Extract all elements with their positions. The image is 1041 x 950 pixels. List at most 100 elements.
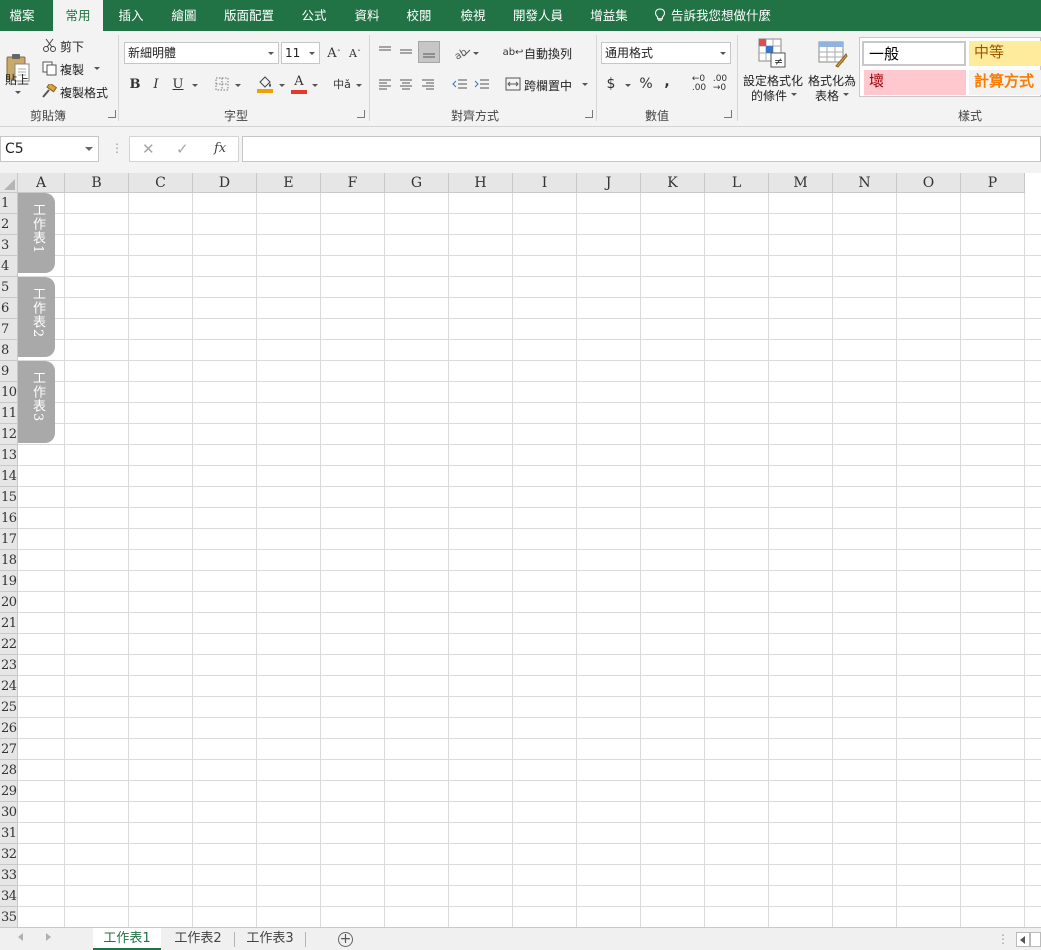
- row-header-2[interactable]: 2: [0, 214, 18, 235]
- row-header-24[interactable]: 24: [0, 676, 18, 697]
- tab-insert[interactable]: 插入: [108, 0, 154, 31]
- font-size-select[interactable]: 11: [281, 42, 320, 64]
- column-header-n[interactable]: N: [833, 173, 897, 193]
- alignment-launcher-icon[interactable]: [585, 110, 593, 118]
- row-header-8[interactable]: 8: [0, 340, 18, 361]
- comma-button[interactable]: ,: [660, 73, 674, 91]
- row-header-12[interactable]: 12: [0, 424, 18, 445]
- column-header-d[interactable]: D: [193, 173, 257, 193]
- tab-page-layout[interactable]: 版面配置: [216, 0, 282, 31]
- align-top-icon[interactable]: [375, 41, 395, 61]
- font-launcher-icon[interactable]: [357, 110, 365, 118]
- align-middle-icon[interactable]: [396, 41, 416, 61]
- row-header-11[interactable]: 11: [0, 403, 18, 424]
- column-header-e[interactable]: E: [257, 173, 321, 193]
- format-table-dropdown-icon[interactable]: [843, 93, 849, 96]
- wrap-text-icon[interactable]: ab↩: [503, 42, 524, 62]
- paste-dropdown-icon[interactable]: [15, 91, 21, 94]
- row-header-3[interactable]: 3: [0, 235, 18, 256]
- borders-icon[interactable]: [212, 75, 232, 93]
- row-header-30[interactable]: 30: [0, 802, 18, 823]
- cell-style-normal[interactable]: 一般: [862, 41, 966, 66]
- cell-style-neutral[interactable]: 中等: [969, 41, 1041, 66]
- row-header-26[interactable]: 26: [0, 718, 18, 739]
- row-header-16[interactable]: 16: [0, 508, 18, 529]
- phonetic-dropdown-icon[interactable]: [356, 84, 362, 87]
- font-name-select[interactable]: 新細明體: [124, 42, 279, 64]
- row-header-28[interactable]: 28: [0, 760, 18, 781]
- conditional-dropdown-icon[interactable]: [791, 93, 797, 96]
- row-header-25[interactable]: 25: [0, 697, 18, 718]
- format-as-table-icon[interactable]: [817, 37, 849, 69]
- percent-button[interactable]: %: [637, 75, 655, 93]
- column-header-f[interactable]: F: [321, 173, 385, 193]
- font-color-dropdown-icon[interactable]: [312, 84, 318, 87]
- row-header-32[interactable]: 32: [0, 844, 18, 865]
- row-header-17[interactable]: 17: [0, 529, 18, 550]
- row-header-1[interactable]: 1: [0, 193, 18, 214]
- horizontal-scroll-track[interactable]: [1030, 932, 1041, 947]
- row-header-6[interactable]: 6: [0, 298, 18, 319]
- format-painter-icon[interactable]: [41, 83, 57, 99]
- formula-bar-resize-handle[interactable]: ⋮: [111, 141, 123, 155]
- row-header-14[interactable]: 14: [0, 466, 18, 487]
- italic-button[interactable]: I: [148, 75, 164, 93]
- decrease-decimal-icon[interactable]: .00 →0: [710, 75, 730, 93]
- tell-me-box[interactable]: 告訴我您想做什麼: [654, 0, 771, 31]
- align-center-icon[interactable]: [396, 74, 416, 94]
- row-header-19[interactable]: 19: [0, 571, 18, 592]
- fill-color-icon[interactable]: [255, 73, 275, 95]
- row-header-27[interactable]: 27: [0, 739, 18, 760]
- cell-style-bad[interactable]: 壞: [864, 70, 966, 95]
- insert-function-button[interactable]: fx: [214, 141, 226, 156]
- increase-indent-icon[interactable]: [472, 74, 492, 94]
- row-header-20[interactable]: 20: [0, 592, 18, 613]
- currency-dropdown-icon[interactable]: [625, 84, 631, 87]
- row-header-18[interactable]: 18: [0, 550, 18, 571]
- row-header-15[interactable]: 15: [0, 487, 18, 508]
- add-sheet-button[interactable]: +: [338, 932, 353, 947]
- borders-dropdown-icon[interactable]: [235, 84, 241, 87]
- column-header-b[interactable]: B: [65, 173, 129, 193]
- column-header-p[interactable]: P: [961, 173, 1025, 193]
- tab-data[interactable]: 資料: [346, 0, 388, 31]
- align-left-icon[interactable]: [375, 74, 395, 94]
- sheet-tab-2[interactable]: 工作表2: [164, 928, 232, 950]
- tab-file[interactable]: 檔案: [0, 0, 44, 31]
- column-header-j[interactable]: J: [577, 173, 641, 193]
- number-format-select[interactable]: 通用格式: [601, 42, 731, 64]
- tab-split-handle[interactable]: ⋮: [997, 932, 1009, 946]
- orientation-icon[interactable]: ab: [451, 41, 473, 63]
- cut-button[interactable]: 剪下: [60, 38, 84, 55]
- row-header-4[interactable]: 4: [0, 256, 18, 277]
- conditional-formatting-icon[interactable]: ≠: [757, 37, 787, 69]
- number-launcher-icon[interactable]: [724, 110, 732, 118]
- row-header-10[interactable]: 10: [0, 382, 18, 403]
- cancel-icon[interactable]: ✕: [142, 140, 155, 158]
- cell-area[interactable]: [18, 193, 1041, 927]
- row-header-5[interactable]: 5: [0, 277, 18, 298]
- vertical-sheet-tab-2[interactable]: 工作表2: [18, 277, 55, 357]
- row-header-31[interactable]: 31: [0, 823, 18, 844]
- bold-button[interactable]: B: [127, 75, 143, 93]
- sheet-tab-1[interactable]: 工作表1: [93, 928, 161, 950]
- column-header-g[interactable]: G: [385, 173, 449, 193]
- tab-developer[interactable]: 開發人員: [505, 0, 571, 31]
- column-header-k[interactable]: K: [641, 173, 705, 193]
- formula-input[interactable]: [242, 136, 1041, 162]
- format-painter-button[interactable]: 複製格式: [60, 84, 108, 101]
- copy-button[interactable]: 複製: [60, 61, 84, 78]
- underline-button[interactable]: U: [170, 75, 186, 93]
- merge-dropdown-icon[interactable]: [582, 83, 588, 86]
- cell-style-calculation[interactable]: 計算方式: [969, 70, 1041, 95]
- scroll-right-icon[interactable]: [46, 933, 51, 941]
- sheet-tab-3[interactable]: 工作表3: [236, 928, 304, 950]
- row-header-7[interactable]: 7: [0, 319, 18, 340]
- align-right-icon[interactable]: [418, 74, 438, 94]
- tab-addins[interactable]: 增益集: [583, 0, 635, 31]
- copy-icon[interactable]: [41, 60, 57, 76]
- merge-center-button[interactable]: 跨欄置中: [524, 77, 572, 94]
- row-header-21[interactable]: 21: [0, 613, 18, 634]
- underline-dropdown-icon[interactable]: [192, 84, 198, 87]
- select-all-button[interactable]: [0, 173, 18, 193]
